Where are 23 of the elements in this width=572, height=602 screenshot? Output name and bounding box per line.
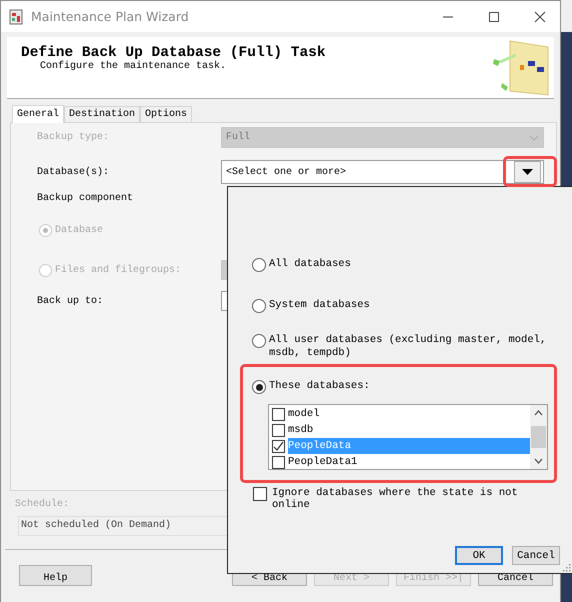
dialog-button[interactable]: Cancel — [512, 546, 560, 565]
section-label: Backup component — [37, 192, 134, 204]
database-list-item[interactable]: PeopleData1 — [269, 454, 530, 470]
field-label: Backup type: — [37, 132, 110, 143]
radio-option[interactable]: These databases: — [252, 380, 370, 394]
page-title: Define Back Up Database (Full) Task — [21, 45, 326, 61]
radio-option[interactable]: All databases — [252, 258, 351, 272]
wizard-button[interactable]: Help — [19, 565, 92, 586]
field-label: Database(s): — [37, 166, 110, 178]
window-title: Maintenance Plan Wizard — [31, 9, 189, 24]
ignore-offline-checkbox[interactable]: Ignore databases where the state is not online — [253, 487, 543, 511]
field-label: Back up to: — [37, 296, 104, 306]
database-list-item[interactable]: msdb — [269, 422, 530, 438]
database-list-item[interactable]: model — [269, 406, 530, 422]
radio-option[interactable]: System databases — [252, 299, 370, 313]
dialog-button[interactable]: OK — [455, 546, 503, 565]
tab[interactable]: Options — [140, 106, 192, 122]
tab[interactable]: General — [12, 105, 64, 123]
databases-dropdown[interactable]: <Select one or more> — [221, 160, 544, 184]
tab[interactable]: Destination — [64, 106, 140, 122]
radio-option[interactable]: All user databases (excluding master, model, msdb, tempdb) — [252, 334, 552, 360]
schedule-label: Schedule: — [15, 499, 70, 512]
page-subtitle: Configure the maintenance task. — [39, 61, 228, 72]
